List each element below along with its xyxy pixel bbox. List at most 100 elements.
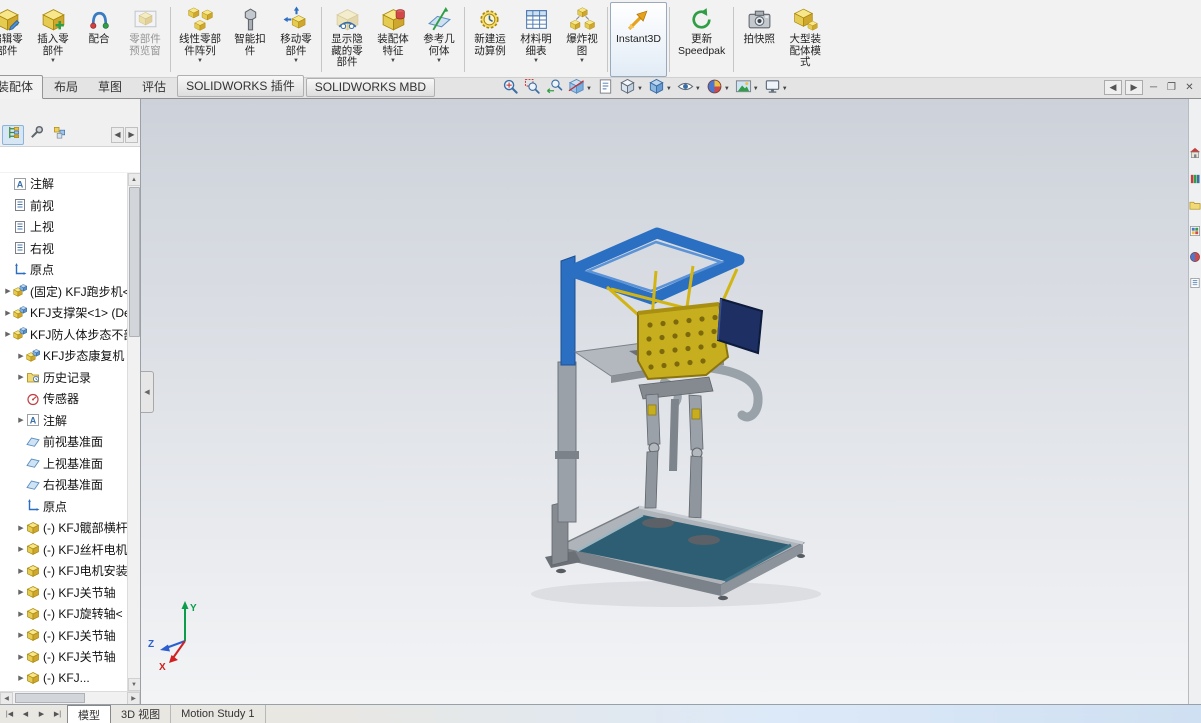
expand-arrow-icon[interactable]: ▶: [16, 524, 26, 532]
tree-horizontal-scrollbar[interactable]: ◀ ▶: [0, 691, 140, 705]
move-component-button[interactable]: 移动零 部件 ▼: [273, 2, 319, 77]
edit-component-button[interactable]: 编辑零 部件: [0, 2, 30, 77]
appearances-scenes-tab[interactable]: [1189, 251, 1201, 263]
mate-button[interactable]: 配合: [76, 2, 122, 77]
panel-collapse-handle[interactable]: ◀: [141, 371, 154, 413]
scroll-right-arrow[interactable]: ▶: [127, 691, 140, 705]
insert-component-button[interactable]: 插入零 部件 ▼: [30, 2, 76, 77]
dropdown-caret-icon[interactable]: ▼: [579, 58, 585, 64]
tab-SOLIDWORKS 插件[interactable]: SOLIDWORKS 插件: [177, 75, 304, 97]
graphics-area[interactable]: ◀ Y Z X: [141, 99, 1188, 704]
dropdown-caret-icon[interactable]: ▼: [50, 58, 56, 64]
tree-item[interactable]: 前视: [0, 195, 127, 217]
zoom-area-button[interactable]: [522, 77, 543, 101]
tree-item[interactable]: 原点: [0, 259, 127, 281]
expand-arrow-icon[interactable]: ▶: [3, 330, 13, 338]
tree-item[interactable]: 右视基准面: [0, 474, 127, 496]
dropdown-caret-icon[interactable]: ▼: [586, 86, 592, 92]
tree-item[interactable]: ▶ KFJ支撑架<1> (De: [0, 302, 127, 324]
expand-arrow-icon[interactable]: ▶: [16, 631, 26, 639]
tree-item[interactable]: 原点: [0, 496, 127, 518]
tree-item[interactable]: ▶ (-) KFJ电机安装: [0, 560, 127, 582]
tree-vertical-scrollbar[interactable]: ▲ ▼: [127, 173, 140, 691]
tree-item[interactable]: ▶ (-) KFJ关节轴: [0, 646, 127, 668]
scroll-thumb[interactable]: [15, 692, 85, 703]
tab-SOLIDWORKS MBD[interactable]: SOLIDWORKS MBD: [305, 78, 436, 97]
dropdown-caret-icon[interactable]: ▼: [637, 86, 643, 92]
bottom-tab-3D 视图[interactable]: 3D 视图: [111, 705, 172, 723]
update-speedpak-button[interactable]: 更新 Speedpak: [672, 2, 731, 77]
bill-of-materials-button[interactable]: 材料明 细表 ▼: [513, 2, 559, 77]
tab-装配体[interactable]: 装配体: [0, 75, 44, 99]
tree-item[interactable]: ▶ KFJ防人体步态不部: [0, 324, 127, 346]
tree-item[interactable]: 前视基准面: [0, 431, 127, 453]
scroll-down-arrow[interactable]: ▼: [127, 678, 140, 691]
bottom-tab-模型[interactable]: 模型: [67, 705, 111, 723]
edit-appearance-button[interactable]: ▼: [704, 77, 732, 101]
design-library-tab[interactable]: [1189, 173, 1201, 185]
doc-prev-button[interactable]: ◀: [1104, 80, 1122, 95]
custom-properties-tab[interactable]: [1189, 277, 1201, 289]
dropdown-caret-icon[interactable]: ▼: [724, 86, 730, 92]
smart-fasteners-button[interactable]: 智能扣 件: [227, 2, 273, 77]
tree-item[interactable]: ▶ A 注解: [0, 410, 127, 432]
expand-arrow-icon[interactable]: ▶: [3, 309, 13, 317]
tree-item[interactable]: A 注解: [0, 173, 127, 195]
panel-filter-area[interactable]: [0, 147, 140, 173]
reference-geometry-button[interactable]: 参考几 何体 ▼: [416, 2, 462, 77]
resources-home-tab[interactable]: [1189, 147, 1201, 159]
dropdown-caret-icon[interactable]: ▼: [753, 86, 759, 92]
expand-arrow-icon[interactable]: ▶: [16, 674, 26, 682]
tree-item[interactable]: ▶ (固定) KFJ跑步机<1: [0, 281, 127, 303]
tree-item[interactable]: ▶ (-) KFJ髋部横杆: [0, 517, 127, 539]
tree-item[interactable]: 上视基准面: [0, 453, 127, 475]
expand-arrow-icon[interactable]: ▶: [16, 545, 26, 553]
sheet-nav-button-0[interactable]: |◀: [2, 710, 17, 718]
dropdown-caret-icon[interactable]: ▼: [436, 58, 442, 64]
expand-arrow-icon[interactable]: ▶: [16, 653, 26, 661]
view-orientation-button[interactable]: ▼: [617, 77, 645, 101]
large-assembly-mode-button[interactable]: 大型装 配体模 式: [782, 2, 828, 77]
scroll-up-arrow[interactable]: ▲: [127, 173, 140, 186]
sheet-nav-button-2[interactable]: ▶: [34, 710, 49, 718]
expand-arrow-icon[interactable]: ▶: [16, 416, 26, 424]
dropdown-caret-icon[interactable]: ▼: [666, 86, 672, 92]
configuration-manager-tab[interactable]: [48, 125, 70, 145]
expand-arrow-icon[interactable]: ▶: [16, 373, 26, 381]
scroll-track[interactable]: [13, 692, 127, 705]
scroll-left-arrow[interactable]: ◀: [0, 691, 13, 705]
zoom-prev-button[interactable]: [544, 77, 565, 101]
apply-scene-button[interactable]: ▼: [733, 77, 761, 101]
linear-component-pattern-button[interactable]: 线性零部 件阵列 ▼: [173, 2, 227, 77]
dropdown-caret-icon[interactable]: ▼: [533, 58, 539, 64]
restore-button[interactable]: ❐: [1164, 80, 1179, 95]
view-settings-button[interactable]: ▼: [762, 77, 790, 101]
tree-item[interactable]: 右视: [0, 238, 127, 260]
tree-item[interactable]: ▶ (-) KFJ...: [0, 668, 127, 690]
tree-item[interactable]: ▶ KFJ步态康复机: [0, 345, 127, 367]
dropdown-caret-icon[interactable]: ▼: [293, 58, 299, 64]
expand-arrow-icon[interactable]: ▶: [16, 567, 26, 575]
zoom-fit-button[interactable]: [500, 77, 521, 101]
assembly-features-button[interactable]: 装配体 特征 ▼: [370, 2, 416, 77]
expand-arrow-icon[interactable]: ▶: [3, 287, 13, 295]
close-button[interactable]: ✕: [1182, 80, 1197, 95]
expand-arrow-icon[interactable]: ▶: [16, 610, 26, 618]
dropdown-caret-icon[interactable]: ▼: [782, 86, 788, 92]
drawing-note-button[interactable]: [595, 77, 616, 101]
tree-item[interactable]: 传感器: [0, 388, 127, 410]
view-palette-tab[interactable]: [1189, 225, 1201, 237]
section-view-button[interactable]: ▼: [566, 77, 594, 101]
scroll-thumb[interactable]: [128, 187, 140, 337]
tab-布局[interactable]: 布局: [45, 76, 87, 98]
tab-评估[interactable]: 评估: [133, 76, 175, 98]
show-hidden-components-button[interactable]: 显示隐 藏的零 部件: [324, 2, 370, 77]
new-motion-study-button[interactable]: 新建运 动算例: [467, 2, 513, 77]
dropdown-caret-icon[interactable]: ▼: [390, 58, 396, 64]
dropdown-caret-icon[interactable]: ▼: [197, 58, 203, 64]
expand-arrow-icon[interactable]: ▶: [16, 588, 26, 596]
tree-item[interactable]: ▶ (-) KFJ关节轴: [0, 625, 127, 647]
feature-manager-tab[interactable]: [2, 124, 24, 145]
display-style-button[interactable]: ▼: [646, 77, 674, 101]
dropdown-caret-icon[interactable]: ▼: [695, 86, 701, 92]
